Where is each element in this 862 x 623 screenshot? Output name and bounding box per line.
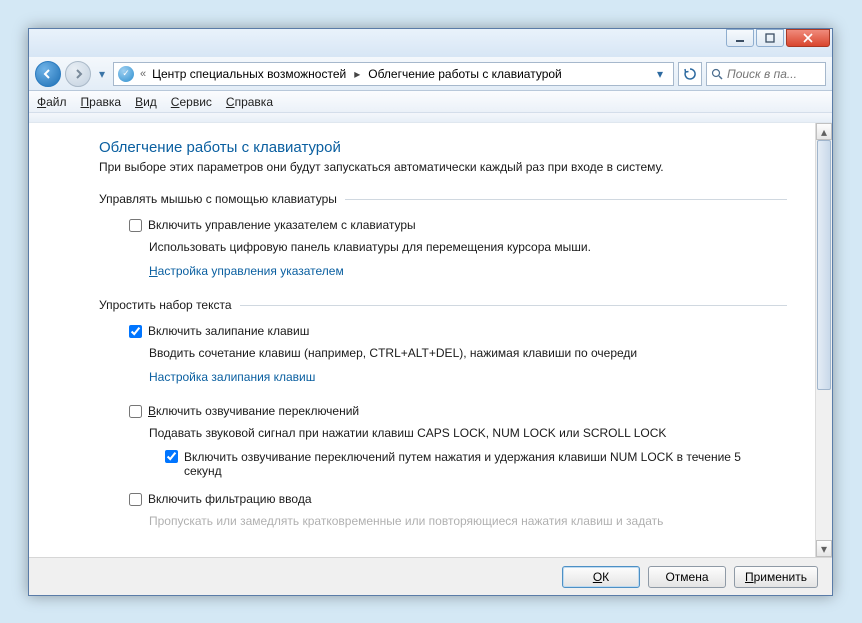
filter-keys-description-cut: Пропускать или замедлять кратковременные… [149, 514, 787, 528]
close-button[interactable] [786, 29, 830, 47]
scroll-track[interactable] [816, 140, 832, 540]
menubar: Файл Правка Вид Сервис Справка [29, 91, 832, 113]
cancel-button[interactable]: Отмена [648, 566, 726, 588]
breadcrumb-chevron-icon[interactable]: ▸ [352, 67, 362, 81]
menu-edit[interactable]: Правка [81, 95, 122, 109]
checkbox-mouse-keys[interactable]: Включить управление указателем с клавиат… [129, 218, 787, 232]
vertical-scrollbar[interactable]: ▴ ▾ [815, 123, 832, 557]
maximize-button[interactable] [756, 29, 784, 47]
breadcrumb-prefix: « [140, 68, 146, 80]
checkbox-toggle-keys-input[interactable] [129, 405, 142, 418]
checkbox-toggle-keys-hold-label: Включить озвучивание переключений путем … [184, 450, 744, 478]
navbar: ▾ ✓ « Центр специальных возможностей ▸ О… [29, 57, 832, 91]
breadcrumb-item-2[interactable]: Облегчение работы с клавиатурой [368, 67, 562, 81]
checkbox-mouse-keys-label: Включить управление указателем с клавиат… [148, 218, 416, 232]
link-sticky-keys-settings[interactable]: Настройка залипания клавиш [149, 370, 787, 384]
checkbox-filter-keys-label: Включить фильтрацию ввода [148, 492, 312, 506]
checkbox-toggle-keys-hold-input[interactable] [165, 450, 178, 463]
titlebar [29, 29, 832, 57]
breadcrumb-item-1[interactable]: Центр специальных возможностей [152, 67, 346, 81]
section-mouse-header: Управлять мышью с помощью клавиатуры [99, 192, 787, 206]
footer: OК Отмена Применить [29, 557, 832, 595]
address-bar[interactable]: ✓ « Центр специальных возможностей ▸ Обл… [113, 62, 674, 86]
link-mouse-keys-settings[interactable]: Настройка управления указателем [149, 264, 787, 278]
menu-help[interactable]: Справка [226, 95, 273, 109]
search-box[interactable] [706, 62, 826, 86]
menu-view[interactable]: Вид [135, 95, 157, 109]
command-bar [29, 113, 832, 123]
search-input[interactable] [727, 67, 817, 81]
control-panel-icon: ✓ [118, 66, 134, 82]
checkbox-toggle-keys-hold[interactable]: Включить озвучивание переключений путем … [165, 450, 787, 478]
checkbox-sticky-keys-label: Включить залипание клавиш [148, 324, 309, 338]
page-title: Облегчение работы с клавиатурой [99, 139, 787, 156]
checkbox-sticky-keys-input[interactable] [129, 325, 142, 338]
checkbox-filter-keys[interactable]: Включить фильтрацию ввода [129, 492, 787, 506]
scroll-down-button[interactable]: ▾ [816, 540, 832, 557]
ok-button[interactable]: OК [562, 566, 640, 588]
search-icon [711, 68, 723, 80]
minimize-button[interactable] [726, 29, 754, 47]
nav-history-dropdown[interactable]: ▾ [95, 64, 109, 84]
content-area: Облегчение работы с клавиатурой При выбо… [29, 123, 815, 557]
menu-tools[interactable]: Сервис [171, 95, 212, 109]
checkbox-toggle-keys[interactable]: Включить озвучивание переключений [129, 404, 787, 418]
nav-forward-button[interactable] [65, 61, 91, 87]
sticky-keys-description: Вводить сочетание клавиш (например, CTRL… [149, 346, 787, 360]
apply-button[interactable]: Применить [734, 566, 818, 588]
checkbox-toggle-keys-label: Включить озвучивание переключений [148, 404, 359, 418]
scroll-up-button[interactable]: ▴ [816, 123, 832, 140]
checkbox-sticky-keys[interactable]: Включить залипание клавиш [129, 324, 787, 338]
mouse-keys-description: Использовать цифровую панель клавиатуры … [149, 240, 787, 254]
scroll-thumb[interactable] [817, 140, 831, 390]
window: ▾ ✓ « Центр специальных возможностей ▸ О… [28, 28, 833, 596]
menu-file[interactable]: Файл [37, 95, 67, 109]
checkbox-mouse-keys-input[interactable] [129, 219, 142, 232]
section-typing-header: Упростить набор текста [99, 298, 787, 312]
address-dropdown[interactable]: ▾ [651, 63, 669, 85]
page-description: При выборе этих параметров они будут зап… [99, 160, 787, 174]
checkbox-filter-keys-input[interactable] [129, 493, 142, 506]
refresh-button[interactable] [678, 62, 702, 86]
toggle-keys-description: Подавать звуковой сигнал при нажатии кла… [149, 426, 787, 440]
nav-back-button[interactable] [35, 61, 61, 87]
